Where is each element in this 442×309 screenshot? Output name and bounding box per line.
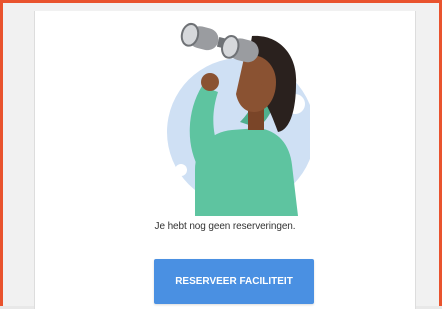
app-frame: Je hebt nog geen reserveringen. RESERVEE… [0,0,442,309]
hand-shape [258,70,274,86]
reserve-facility-button[interactable]: RESERVEER FACILITEIT [154,259,314,304]
person-with-binoculars-illustration [167,22,310,216]
empty-state-message: Je hebt nog geen reserveringen. [154,221,296,232]
illustration-dot [175,164,187,176]
empty-state-panel: Je hebt nog geen reserveringen. RESERVEE… [34,11,416,309]
binoculars-icon [180,22,259,63]
hand-shape [201,73,219,91]
